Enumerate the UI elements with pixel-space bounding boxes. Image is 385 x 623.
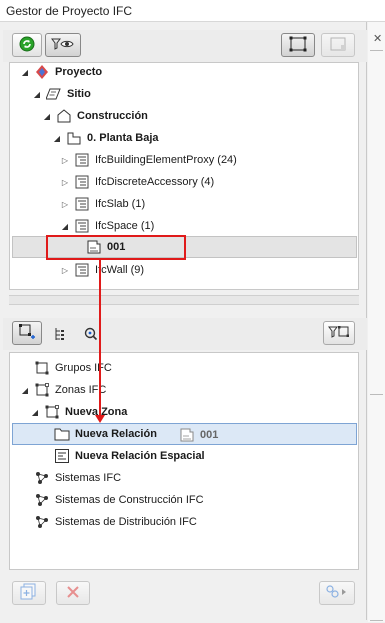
delete-button[interactable] [56, 581, 90, 605]
panel-splitter[interactable] [9, 295, 359, 305]
tree-item-label: IfcSpace (1) [95, 220, 155, 232]
tree-item-sitio[interactable]: ◢ Sitio [32, 83, 91, 105]
filter-hierarchy-icon [328, 325, 350, 342]
tree-item-label: Sistemas de Construcción IFC [55, 494, 204, 506]
hierarchy-alt-icon [329, 36, 347, 55]
filter-eye-icon [51, 37, 75, 54]
ifc-type-icon [73, 195, 91, 213]
tree-item-sistemas-distribucion[interactable]: Sistemas de Distribución IFC [20, 511, 197, 533]
collapse-arrow-icon[interactable]: ▷ [60, 200, 70, 209]
tree-item-zonas-ifc[interactable]: ◢ Zonas IFC [20, 379, 106, 401]
list-tree-button[interactable] [53, 326, 69, 345]
tree-item-ifcwall[interactable]: ▷ IfcWall (9) [60, 259, 144, 281]
tree-item-label: Grupos IFC [55, 362, 112, 374]
ifc-type-icon [73, 217, 91, 235]
expand-arrow-icon[interactable]: ◢ [60, 222, 70, 231]
annotation-arrow-head [95, 415, 105, 423]
expand-arrow-icon[interactable]: ◢ [20, 68, 30, 77]
list-tree-icon [53, 328, 69, 345]
refresh-button[interactable] [12, 33, 42, 57]
tree-item-label: Sistemas de Distribución IFC [55, 516, 197, 528]
tree-item-label: IfcDiscreteAccessory (4) [95, 176, 215, 188]
tree-item-nueva-zona[interactable]: ◢ Nueva Zona [30, 401, 127, 423]
filter-view-button[interactable] [45, 33, 81, 57]
search-icon [83, 327, 99, 345]
hierarchy-icon [289, 36, 307, 55]
expand-arrow-icon[interactable]: ◢ [20, 386, 30, 395]
tree-item-sistemas-ifc[interactable]: Sistemas IFC [20, 467, 121, 489]
tree-item-proyecto[interactable]: ◢ Proyecto [20, 61, 102, 83]
project-icon [33, 63, 51, 81]
tree-item-ifcdiscreteaccessory[interactable]: ▷ IfcDiscreteAccessory (4) [60, 171, 214, 193]
assign-button[interactable] [319, 581, 355, 605]
system-icon [33, 491, 51, 509]
tree-item-nueva-relacion[interactable]: Nueva Relación [40, 423, 157, 445]
tree-item-sistemas-construccion[interactable]: Sistemas de Construcción IFC [20, 489, 204, 511]
expand-arrow-icon[interactable]: ◢ [42, 112, 52, 121]
add-button[interactable] [12, 581, 46, 605]
group-icon [33, 359, 51, 377]
storey-icon [65, 129, 83, 147]
zone-icon [43, 403, 61, 421]
divider-line [370, 50, 383, 51]
annotation-highlight-box [46, 235, 186, 260]
building-icon [55, 107, 73, 125]
collapse-arrow-icon[interactable]: ▷ [60, 156, 70, 165]
delete-icon [66, 585, 80, 602]
filter-hierarchy-button[interactable] [323, 321, 355, 345]
zone-icon [33, 381, 51, 399]
search-button[interactable] [83, 326, 99, 345]
ifc-type-icon [73, 173, 91, 191]
folder-icon [53, 425, 71, 443]
divider-line [370, 620, 383, 621]
close-icon[interactable]: ✕ [373, 32, 382, 45]
window-title: Gestor de Proyecto IFC [6, 4, 133, 18]
refresh-icon [19, 36, 35, 55]
tree-item-label: Proyecto [55, 66, 103, 78]
groups-toolbar [3, 318, 367, 350]
top-toolbar [3, 30, 367, 62]
ifc-type-icon [73, 261, 91, 279]
tree-item-ifcslab[interactable]: ▷ IfcSlab (1) [60, 193, 145, 215]
assign-icon [325, 584, 349, 603]
collapse-arrow-icon[interactable]: ▷ [60, 266, 70, 275]
group-tree-icon [18, 323, 36, 344]
hierarchy-alt-button[interactable] [321, 33, 355, 57]
system-icon [33, 469, 51, 487]
divider-line [370, 394, 383, 395]
system-icon [33, 513, 51, 531]
drag-ghost-label: 001 [200, 429, 219, 441]
tree-item-label: IfcWall (9) [95, 264, 145, 276]
tree-item-ifcbuildingelementproxy[interactable]: ▷ IfcBuildingElementProxy (24) [60, 149, 237, 171]
tree-item-label: Sitio [67, 88, 91, 100]
expand-arrow-icon[interactable]: ◢ [32, 90, 42, 99]
ifc-type-icon [73, 151, 91, 169]
space-icon [178, 426, 196, 444]
tree-item-label: IfcSlab (1) [95, 198, 146, 210]
collapse-arrow-icon[interactable]: ▷ [60, 178, 70, 187]
bottom-toolbar [3, 576, 367, 608]
tree-item-label: Construcción [77, 110, 148, 122]
drag-ghost-item: 001 [178, 424, 218, 446]
add-icon [20, 583, 38, 604]
tree-item-nueva-relacion-espacial[interactable]: Nueva Relación Espacial [40, 445, 205, 467]
site-icon [45, 85, 63, 103]
window-titlebar: Gestor de Proyecto IFC [0, 0, 385, 22]
tree-item-planta-baja[interactable]: ◢ 0. Planta Baja [52, 127, 159, 149]
tree-item-label: Sistemas IFC [55, 472, 122, 484]
annotation-arrow-line [99, 260, 101, 416]
tree-item-label: Nueva Relación [75, 428, 157, 440]
spatial-relation-icon [53, 447, 71, 465]
tree-item-label: IfcBuildingElementProxy (24) [95, 154, 237, 166]
tree-item-label: Nueva Relación Espacial [75, 450, 205, 462]
tree-item-construccion[interactable]: ◢ Construcción [42, 105, 148, 127]
tree-item-ifcspace[interactable]: ◢ IfcSpace (1) [60, 215, 154, 237]
expand-arrow-icon[interactable]: ◢ [30, 408, 40, 417]
hierarchy-button[interactable] [281, 33, 315, 57]
expand-arrow-icon[interactable]: ◢ [52, 134, 62, 143]
groups-view-button[interactable] [12, 321, 42, 345]
tree-item-label: 0. Planta Baja [87, 132, 159, 144]
right-side-strip: ✕ [368, 22, 385, 622]
